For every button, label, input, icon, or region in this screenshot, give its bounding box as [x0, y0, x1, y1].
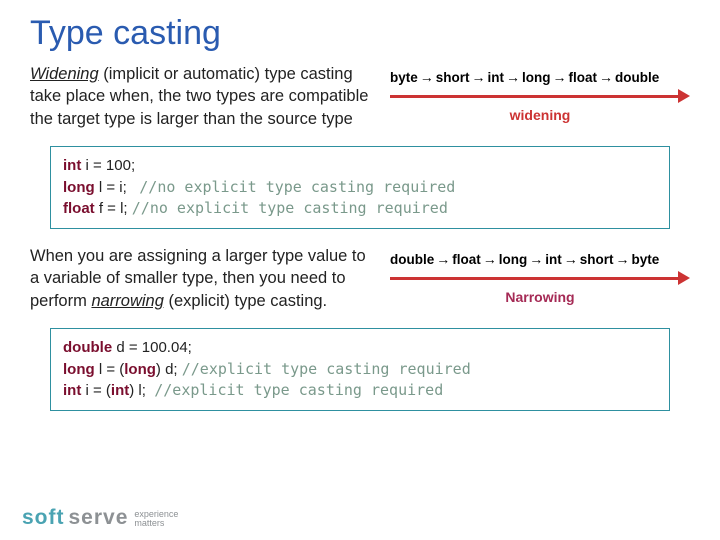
logo-tagline: experiencematters: [134, 510, 178, 528]
code-narrowing: double d = 100.04; long l = (long) d; //…: [50, 328, 670, 411]
widening-diagram: byte→ short→ int→ long→ float→ double wi…: [390, 61, 690, 123]
narrowing-diagram: double→ float→ long→ int→ short→ byte Na…: [390, 243, 690, 305]
narrowing-label: Narrowing: [390, 289, 690, 305]
logo-soft: soft: [22, 506, 65, 530]
widening-chain: byte→ short→ int→ long→ float→ double: [390, 69, 690, 85]
narrowing-post: (explicit) type casting.: [164, 292, 327, 310]
widening-paragraph: Widening (implicit or automatic) type ca…: [30, 63, 372, 130]
narrowing-arrow: [390, 271, 690, 285]
narrowing-chain: double→ float→ long→ int→ short→ byte: [390, 251, 690, 267]
page-title: Type casting: [30, 14, 690, 53]
widening-term: Widening: [30, 65, 99, 83]
logo: softserve experiencematters: [22, 506, 178, 530]
logo-serve: serve: [69, 506, 129, 530]
widening-arrow: [390, 89, 690, 103]
narrowing-paragraph: When you are assigning a larger type val…: [30, 245, 372, 312]
narrowing-term: narrowing: [91, 292, 163, 310]
widening-label: widening: [390, 107, 690, 123]
code-widening: int i = 100; long l = i; //no explicit t…: [50, 146, 670, 229]
